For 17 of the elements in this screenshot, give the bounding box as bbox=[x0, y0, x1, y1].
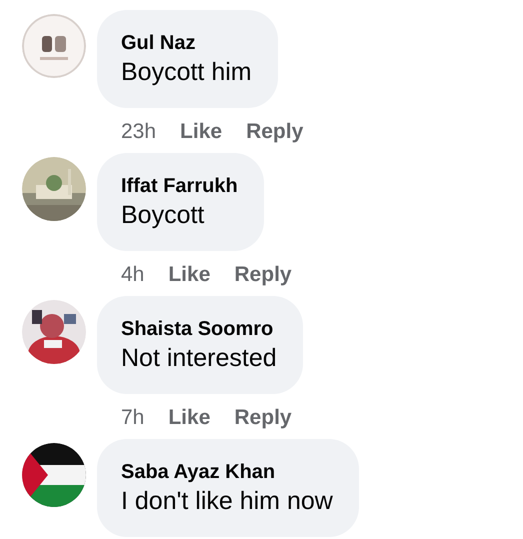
author-name[interactable]: Saba Ayaz Khan bbox=[121, 459, 333, 485]
action-link[interactable]: Like bbox=[168, 402, 210, 434]
action-link[interactable]: Reply bbox=[234, 402, 292, 434]
action-link[interactable]: Reply bbox=[246, 116, 304, 148]
comment-text: I don't like him now bbox=[121, 486, 333, 517]
action-link[interactable]: Reply bbox=[234, 259, 292, 290]
author-name[interactable]: Shaista Soomro bbox=[121, 316, 277, 342]
comment-text: Boycott bbox=[121, 200, 206, 231]
author-name[interactable]: Gul Naz bbox=[121, 30, 252, 56]
timestamp[interactable]: 4h bbox=[121, 259, 144, 290]
author-name[interactable]: Iffat Farrukh bbox=[121, 173, 238, 199]
comment-text: Boycott him bbox=[121, 57, 252, 88]
timestamp[interactable]: 7h bbox=[121, 402, 144, 434]
comment-text: Not interested bbox=[121, 343, 277, 374]
action-link[interactable]: Like bbox=[168, 259, 210, 290]
action-link[interactable]: Like bbox=[180, 116, 222, 148]
timestamp[interactable]: 23h bbox=[121, 116, 156, 148]
